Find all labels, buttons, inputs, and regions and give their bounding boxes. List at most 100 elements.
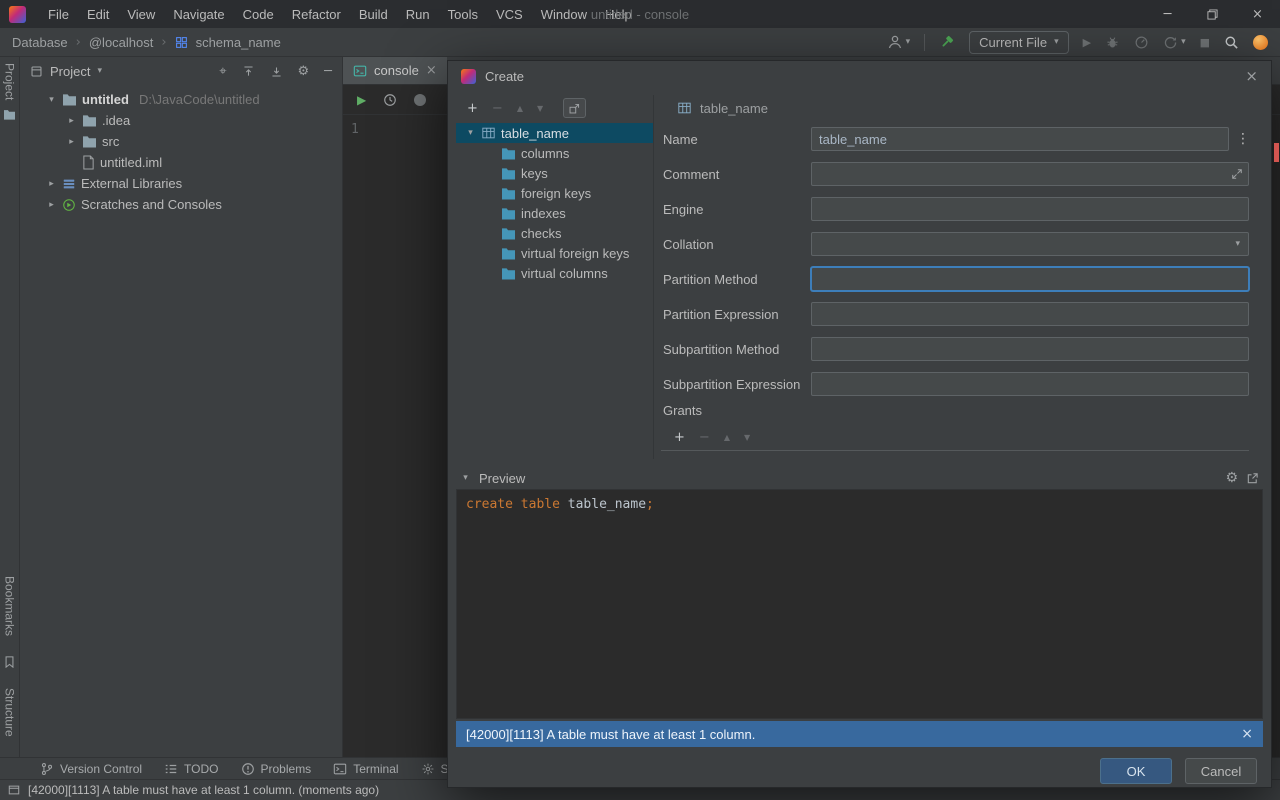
tree-item-table-name[interactable]: ▾ table_name (456, 123, 653, 143)
jump-to-editor-toggle[interactable] (563, 98, 586, 118)
toolwindow-button-structure[interactable]: Structure (3, 682, 17, 743)
rerun-button[interactable]: ▾ (1163, 35, 1186, 50)
collapse-all-icon[interactable] (242, 65, 255, 78)
move-up-button[interactable]: ▲ (517, 104, 523, 113)
grants-move-down-button[interactable]: ▼ (744, 433, 750, 442)
project-tree-item-src[interactable]: ▸ src (20, 131, 342, 152)
error-stripe-marker[interactable] (1274, 143, 1279, 162)
status-message[interactable]: [42000][1113] A table must have at least… (28, 783, 379, 797)
partition-expression-input[interactable] (811, 302, 1249, 326)
menu-item-file[interactable]: File (39, 2, 78, 27)
preview-title[interactable]: Preview (479, 471, 525, 486)
tree-item-label: .idea (102, 113, 130, 128)
restore-button[interactable] (1190, 0, 1235, 28)
menu-item-view[interactable]: View (118, 2, 164, 27)
grants-move-up-button[interactable]: ▲ (724, 433, 730, 442)
add-button[interactable]: + (467, 101, 478, 116)
name-input[interactable]: table_name (811, 127, 1229, 151)
ok-button[interactable]: OK (1100, 758, 1172, 784)
grants-remove-button[interactable]: − (699, 430, 710, 445)
stop-button[interactable]: ■ (1200, 36, 1210, 49)
tab-console[interactable]: console × (343, 57, 447, 84)
chevron-down-icon[interactable]: ▾ (460, 473, 471, 483)
chevron-right-icon[interactable]: ▸ (66, 116, 77, 126)
tree-item-checks[interactable]: checks (456, 223, 653, 243)
menu-item-navigate[interactable]: Navigate (164, 2, 233, 27)
project-stripe-folder-icon[interactable] (3, 109, 16, 120)
project-tree-item-external-libraries[interactable]: ▸ External Libraries (20, 173, 342, 194)
notifications-icon[interactable] (1253, 35, 1268, 50)
breadcrumb-localhost[interactable]: @localhost (89, 35, 154, 50)
chevron-down-icon[interactable]: ▾ (46, 95, 57, 105)
chevron-right-icon[interactable]: ▸ (46, 179, 57, 189)
chevron-down-icon[interactable]: ▾ (465, 128, 476, 138)
menu-item-build[interactable]: Build (350, 2, 397, 27)
tree-item-foreign-keys[interactable]: foreign keys (456, 183, 653, 203)
chevron-right-icon[interactable]: ▸ (46, 200, 57, 210)
engine-input[interactable] (811, 197, 1249, 221)
project-tree-item-untitled-iml[interactable]: untitled.iml (20, 152, 342, 173)
menu-item-refactor[interactable]: Refactor (283, 2, 350, 27)
project-tree-item-untitled[interactable]: ▾ untitled D:\JavaCode\untitled (20, 89, 342, 110)
history-icon[interactable] (383, 93, 397, 107)
chevron-down-icon[interactable]: ▾ (1235, 239, 1240, 249)
subpartition-expression-input[interactable] (811, 372, 1249, 396)
toolwindow-button-terminal[interactable]: Terminal (333, 762, 398, 776)
project-panel-title[interactable]: Project (50, 64, 90, 79)
breadcrumb-schema-name[interactable]: schema_name (196, 35, 281, 50)
menu-item-tools[interactable]: Tools (439, 2, 487, 27)
search-everywhere-icon[interactable] (1224, 35, 1239, 50)
gear-icon[interactable]: ⚙ (298, 64, 310, 79)
menu-item-window[interactable]: Window (532, 2, 596, 27)
tree-item-indexes[interactable]: indexes (456, 203, 653, 223)
expand-all-icon[interactable] (270, 65, 283, 78)
comment-input[interactable] (811, 162, 1249, 186)
toolwindow-button-bookmarks[interactable]: Bookmarks (3, 570, 17, 642)
project-tree-item-scratches[interactable]: ▸ Scratches and Consoles (20, 194, 342, 215)
profiler-button[interactable] (1134, 35, 1149, 50)
dialog-close-button[interactable]: × (1245, 67, 1258, 85)
remove-button[interactable]: − (492, 101, 503, 116)
tree-item-virtual-foreign-keys[interactable]: virtual foreign keys (456, 243, 653, 263)
tree-item-keys[interactable]: keys (456, 163, 653, 183)
preview-settings-gear-icon[interactable]: ⚙ (1225, 470, 1238, 486)
tree-item-columns[interactable]: columns (456, 143, 653, 163)
bookmark-icon[interactable] (4, 656, 15, 668)
move-down-button[interactable]: ▼ (537, 104, 543, 113)
chevron-down-icon[interactable]: ▾ (97, 66, 102, 76)
tree-item-virtual-columns[interactable]: virtual columns (456, 263, 653, 283)
menu-item-vcs[interactable]: VCS (487, 2, 532, 27)
tab-close-icon[interactable]: × (426, 63, 437, 78)
collation-input[interactable]: ▾ (811, 232, 1249, 256)
grants-add-button[interactable]: + (674, 430, 685, 445)
minimize-button[interactable]: ─ (1145, 0, 1190, 28)
toolwindow-button-todo[interactable]: TODO (164, 762, 218, 776)
kebab-menu-icon[interactable]: ⋮ (1236, 131, 1250, 147)
banner-close-icon[interactable]: × (1241, 726, 1253, 742)
debug-button[interactable] (1105, 35, 1120, 50)
execute-button[interactable]: ▶ (357, 93, 366, 107)
breadcrumb-database[interactable]: Database (12, 35, 68, 50)
subpartition-method-input[interactable] (811, 337, 1249, 361)
menu-item-edit[interactable]: Edit (78, 2, 118, 27)
user-account-icon[interactable]: ▾ (887, 34, 911, 50)
close-button[interactable]: × (1235, 0, 1280, 28)
build-hammer-icon[interactable] (939, 34, 955, 50)
hide-panel-icon[interactable]: ─ (324, 64, 332, 79)
sql-preview-editor[interactable]: create table table_name; (456, 489, 1263, 719)
cancel-button[interactable]: Cancel (1185, 758, 1257, 784)
partition-method-input[interactable] (811, 267, 1249, 291)
menu-item-run[interactable]: Run (397, 2, 439, 27)
expand-editor-icon[interactable] (1231, 168, 1243, 180)
chevron-right-icon[interactable]: ▸ (66, 137, 77, 147)
run-button[interactable]: ▶ (1083, 36, 1091, 49)
run-config-combo[interactable]: Current File ▾ (969, 31, 1068, 54)
status-window-icon[interactable] (8, 784, 20, 796)
locate-file-icon[interactable]: ⌖ (219, 64, 226, 79)
toolwindow-button-version-control[interactable]: Version Control (40, 762, 142, 776)
open-in-editor-icon[interactable] (1246, 472, 1259, 485)
toolwindow-button-problems[interactable]: Problems (241, 762, 312, 776)
toolwindow-button-project[interactable]: Project (3, 57, 17, 106)
menu-item-code[interactable]: Code (234, 2, 283, 27)
project-tree-item-idea[interactable]: ▸ .idea (20, 110, 342, 131)
